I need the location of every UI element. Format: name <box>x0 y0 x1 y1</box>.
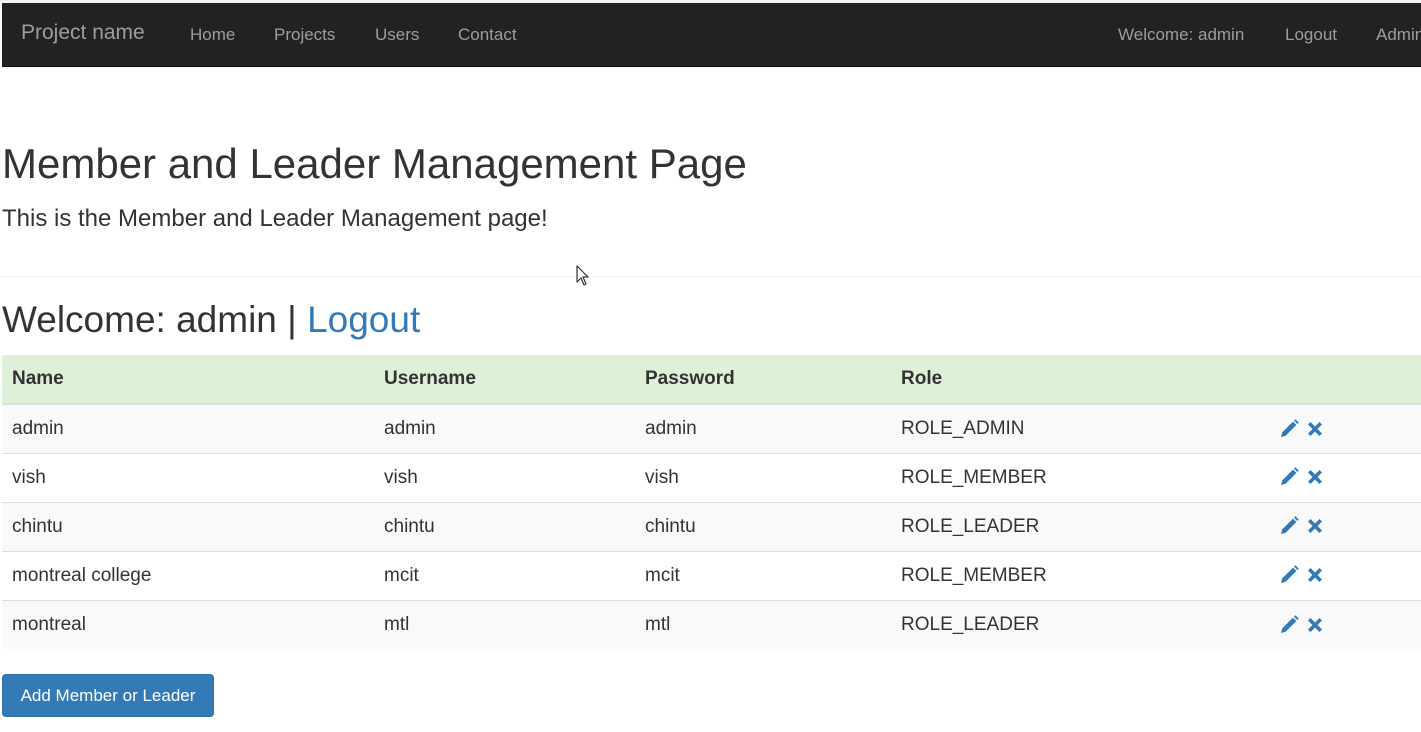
table-row: montreal college mcit mcit ROLE_MEMBER <box>2 550 1421 600</box>
cell-name: montreal <box>2 599 374 649</box>
nav-admin-link[interactable]: Admin <box>1376 25 1421 45</box>
nav-welcome-user[interactable]: Welcome: admin <box>1118 25 1244 45</box>
welcome-separator: | <box>287 299 297 340</box>
table-row: vish vish vish ROLE_MEMBER <box>2 452 1421 502</box>
page-title: Member and Leader Management Page <box>2 140 747 187</box>
pencil-icon[interactable] <box>1278 515 1300 537</box>
cell-password: mcit <box>635 550 891 600</box>
column-header-role: Role <box>891 355 1278 405</box>
table-header-row: Name Username Password Role <box>2 355 1421 405</box>
navbar-brand[interactable]: Project name <box>21 21 145 45</box>
cell-username: chintu <box>374 501 635 551</box>
cell-username: admin <box>374 403 635 453</box>
nav-link-users[interactable]: Users <box>375 25 419 45</box>
pencil-icon[interactable] <box>1278 418 1300 440</box>
remove-icon[interactable] <box>1304 614 1326 636</box>
cell-password: admin <box>635 403 891 453</box>
cell-name: admin <box>2 403 374 453</box>
cell-actions <box>1278 452 1421 502</box>
remove-icon[interactable] <box>1304 564 1326 586</box>
cell-role: ROLE_MEMBER <box>891 452 1278 502</box>
pencil-icon[interactable] <box>1278 564 1300 586</box>
cell-username: mtl <box>374 599 635 649</box>
cell-password: mtl <box>635 599 891 649</box>
logout-link[interactable]: Logout <box>307 299 420 340</box>
pencil-icon[interactable] <box>1278 614 1300 636</box>
column-header-name: Name <box>2 355 374 405</box>
welcome-heading: Welcome: admin | Logout <box>2 299 420 341</box>
table-row: admin admin admin ROLE_ADMIN <box>2 403 1421 453</box>
cell-actions <box>1278 550 1421 600</box>
column-header-username: Username <box>374 355 635 405</box>
cell-role: ROLE_ADMIN <box>891 403 1278 453</box>
nav-link-home[interactable]: Home <box>190 25 235 45</box>
mouse-cursor-icon <box>576 265 589 286</box>
cell-password: chintu <box>635 501 891 551</box>
cell-name: montreal college <box>2 550 374 600</box>
page-lead: This is the Member and Leader Management… <box>2 205 548 232</box>
welcome-text: Welcome: admin <box>2 299 277 340</box>
cell-password: vish <box>635 452 891 502</box>
table-row: chintu chintu chintu ROLE_LEADER <box>2 501 1421 551</box>
users-table: Name Username Password Role admin admin ad… <box>2 355 1421 649</box>
cell-name: chintu <box>2 501 374 551</box>
add-member-button[interactable]: Add Member or Leader <box>2 674 214 717</box>
cell-actions <box>1278 501 1421 551</box>
cell-actions <box>1278 599 1421 649</box>
section-divider <box>2 276 1421 277</box>
cell-actions <box>1278 403 1421 453</box>
cell-name: vish <box>2 452 374 502</box>
cell-role: ROLE_MEMBER <box>891 550 1278 600</box>
remove-icon[interactable] <box>1304 466 1326 488</box>
cell-role: ROLE_LEADER <box>891 501 1278 551</box>
remove-icon[interactable] <box>1304 418 1326 440</box>
nav-link-projects[interactable]: Projects <box>274 25 335 45</box>
column-header-password: Password <box>635 355 891 405</box>
nav-link-contact[interactable]: Contact <box>458 25 517 45</box>
cell-username: vish <box>374 452 635 502</box>
remove-icon[interactable] <box>1304 515 1326 537</box>
column-header-actions <box>1278 355 1421 405</box>
nav-logout-link[interactable]: Logout <box>1285 25 1337 45</box>
navbar: Project name Home Projects Users Contact… <box>2 3 1421 67</box>
cell-role: ROLE_LEADER <box>891 599 1278 649</box>
table-row: montreal mtl mtl ROLE_LEADER <box>2 599 1421 649</box>
pencil-icon[interactable] <box>1278 466 1300 488</box>
cell-username: mcit <box>374 550 635 600</box>
